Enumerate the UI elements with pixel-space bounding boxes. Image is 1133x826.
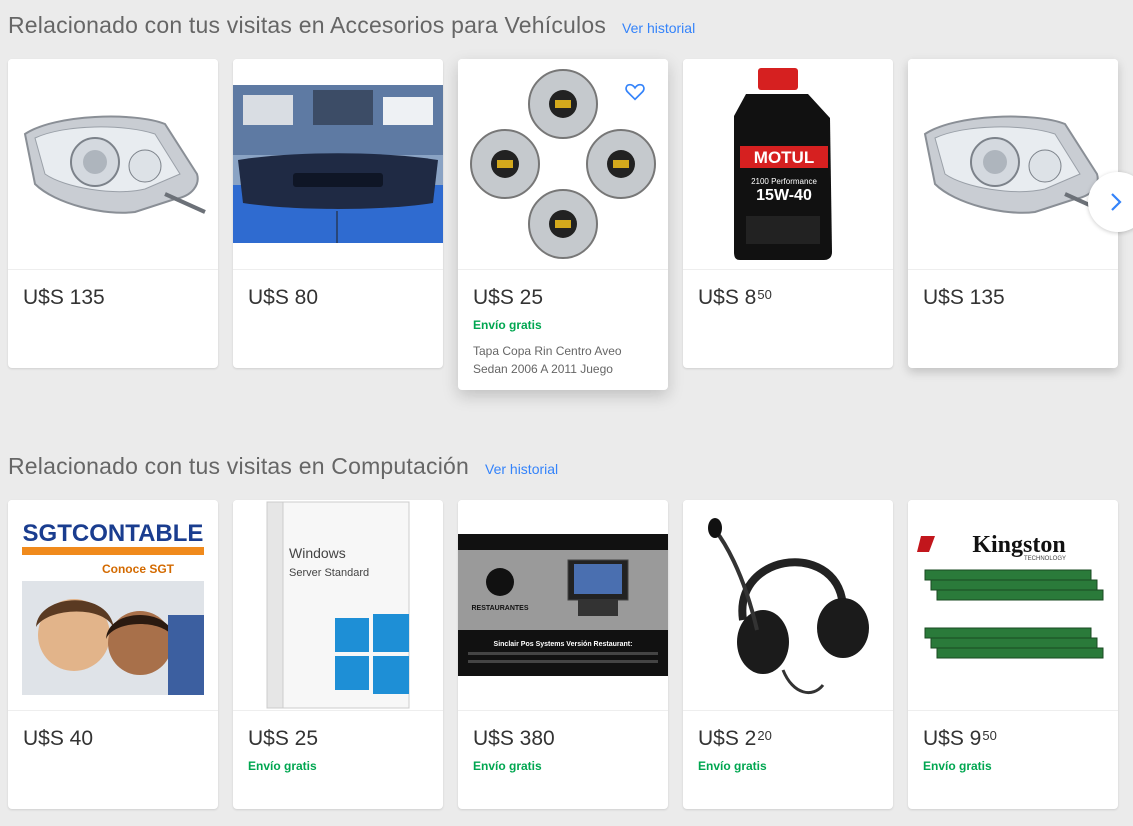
view-history-link[interactable]: Ver historial	[485, 461, 558, 477]
ram-memory-image: Kingston TECHNOLOGY	[917, 532, 1104, 659]
product-info: U$S 9 50 Envío gratis	[908, 711, 1118, 773]
product-card[interactable]: U$S 80	[233, 59, 443, 368]
product-price: U$S 25	[473, 286, 544, 309]
headlight-image	[23, 115, 206, 214]
product-price: U$S 25	[248, 727, 319, 750]
product-price: U$S 135	[923, 286, 1005, 309]
product-image	[233, 59, 443, 270]
section-computing: Relacionado con tus visitas en Computaci…	[0, 441, 1133, 809]
product-info: U$S 135	[908, 270, 1118, 310]
svg-text:2100 Performance: 2100 Performance	[751, 177, 817, 186]
product-image	[683, 500, 893, 711]
windows-server-box-image: Windows Server Standard	[266, 501, 410, 709]
product-card[interactable]: RESTAURANTES Sinclair Pos Systems Versió…	[458, 500, 668, 809]
product-price: U$S 380	[473, 727, 555, 750]
software-box-image: SGTCONTABLE Conoce SGT	[22, 520, 204, 695]
section-title: Relacionado con tus visitas en Computaci…	[8, 453, 469, 479]
section-vehicle-accessories: Relacionado con tus visitas en Accesorio…	[0, 0, 1133, 390]
product-info: U$S 2 20 Envío gratis	[683, 711, 893, 773]
headlight-image	[923, 115, 1106, 214]
free-shipping-label: Envío gratis	[698, 759, 767, 773]
svg-text:RESTAURANTES: RESTAURANTES	[471, 605, 528, 612]
product-image: SGTCONTABLE Conoce SGT	[8, 500, 218, 711]
product-title: Tapa Copa Rin Centro Aveo Sedan 2006 A 2…	[473, 344, 622, 376]
svg-text:Windows: Windows	[289, 545, 346, 561]
section-header: Relacionado con tus visitas en Accesorio…	[0, 0, 1133, 48]
product-card[interactable]: U$S 2 20 Envío gratis	[683, 500, 893, 809]
product-card[interactable]: U$S 135	[908, 59, 1118, 368]
svg-text:Server Standard: Server Standard	[289, 567, 369, 579]
free-shipping-label: Envío gratis	[473, 759, 542, 773]
product-info: U$S 380 Envío gratis	[458, 711, 668, 773]
section-title: Relacionado con tus visitas en Accesorio…	[8, 12, 607, 38]
svg-text:Kingston: Kingston	[972, 532, 1065, 558]
product-image: MOTUL 2100 Performance 15W-40	[683, 59, 893, 270]
product-card[interactable]: SGTCONTABLE Conoce SGT U$S 40	[8, 500, 218, 809]
product-image	[908, 59, 1118, 270]
product-image: RESTAURANTES Sinclair Pos Systems Versió…	[458, 500, 668, 711]
product-carousel: U$S 135 U$S 80 U$S 25 Envío gratis Tapa …	[8, 59, 1118, 390]
product-card[interactable]: U$S 25 Envío gratis Tapa Copa Rin Centro…	[458, 59, 668, 390]
svg-text:Conoce SGT: Conoce SGT	[102, 562, 175, 576]
motor-oil-image: MOTUL 2100 Performance 15W-40	[734, 68, 832, 260]
product-price: U$S 40	[23, 727, 94, 750]
free-shipping-label: Envío gratis	[473, 318, 542, 332]
chevron-right-icon	[1111, 193, 1122, 211]
product-price: U$S 135	[23, 286, 105, 309]
svg-text:MOTUL: MOTUL	[754, 148, 814, 167]
product-info: U$S 8 50	[683, 270, 893, 310]
product-image	[8, 59, 218, 270]
free-shipping-label: Envío gratis	[248, 759, 317, 773]
headset-image	[708, 518, 869, 695]
product-image: Kingston TECHNOLOGY	[908, 500, 1118, 711]
product-carousel: SGTCONTABLE Conoce SGT U$S 40 Windows Se…	[8, 500, 1118, 809]
product-image: Windows Server Standard	[233, 500, 443, 711]
product-price: U$S 8 50	[698, 286, 772, 309]
product-card[interactable]: Windows Server Standard U$S 25 Envío gra…	[233, 500, 443, 809]
view-history-link[interactable]: Ver historial	[622, 20, 695, 36]
product-card[interactable]: Kingston TECHNOLOGY U$S 9 50 Envío grati…	[908, 500, 1118, 809]
svg-text:SGTCONTABLE: SGTCONTABLE	[23, 520, 204, 547]
bumper-image	[233, 85, 443, 243]
svg-text:Sinclair Pos Systems Versión R: Sinclair Pos Systems Versión Restaurant:	[494, 641, 633, 648]
product-price: U$S 80	[248, 286, 319, 309]
pos-system-image: RESTAURANTES Sinclair Pos Systems Versió…	[458, 534, 668, 676]
free-shipping-label: Envío gratis	[923, 759, 992, 773]
product-card[interactable]: U$S 135	[8, 59, 218, 368]
product-image	[458, 59, 668, 270]
svg-text:15W-40: 15W-40	[756, 187, 812, 204]
section-header: Relacionado con tus visitas en Computaci…	[0, 441, 1133, 489]
heart-icon[interactable]	[624, 81, 646, 103]
product-info: U$S 80	[233, 270, 443, 310]
product-info: U$S 25 Envío gratis	[233, 711, 443, 773]
product-price: U$S 9 50	[923, 727, 997, 750]
product-card[interactable]: MOTUL 2100 Performance 15W-40 U$S 8 50	[683, 59, 893, 368]
product-info: U$S 25 Envío gratis Tapa Copa Rin Centro…	[458, 270, 668, 390]
product-price: U$S 2 20	[698, 727, 772, 750]
product-info: U$S 135	[8, 270, 218, 310]
product-info: U$S 40	[8, 711, 218, 751]
svg-text:TECHNOLOGY: TECHNOLOGY	[1024, 556, 1066, 562]
